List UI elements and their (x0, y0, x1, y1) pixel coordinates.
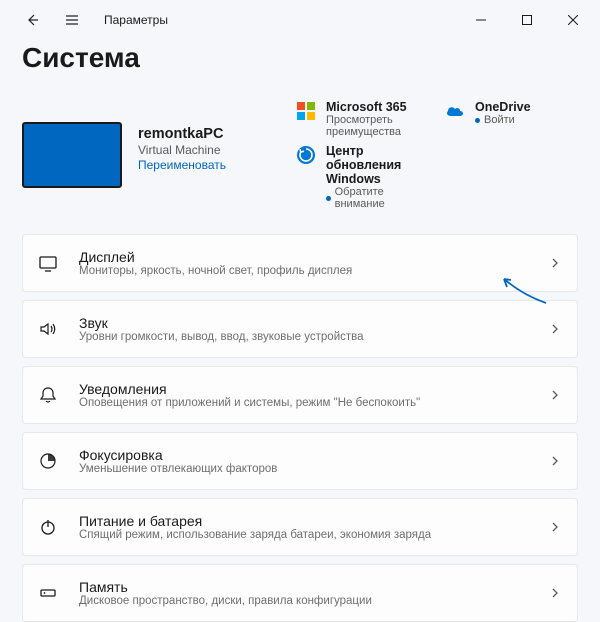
list-item-focus[interactable]: Фокусировка Уменьшение отвлекающих факто… (22, 432, 578, 490)
tile-status: Войти (475, 114, 531, 126)
tile-onedrive[interactable]: OneDrive Войти (445, 100, 578, 138)
hero-section: remontkaPC Virtual Machine Переименовать… (0, 84, 600, 228)
item-title: Память (79, 579, 529, 595)
minimize-icon (476, 15, 486, 25)
sound-icon (37, 318, 59, 340)
item-sub: Дисковое пространство, диски, правила ко… (79, 595, 529, 607)
pc-type: Virtual Machine (138, 143, 226, 157)
item-title: Фокусировка (79, 447, 529, 463)
close-icon (568, 15, 578, 25)
tile-title: Microsoft 365 (326, 100, 429, 114)
item-sub: Спящий режим, использование заряда батар… (79, 529, 529, 541)
item-title: Звук (79, 315, 529, 331)
rename-link[interactable]: Переименовать (138, 158, 226, 172)
pc-name: remontkaPC (138, 126, 226, 142)
pc-info-block: remontkaPC Virtual Machine Переименовать (22, 96, 282, 210)
maximize-button[interactable] (504, 4, 550, 36)
list-item-sound[interactable]: Звук Уровни громкости, вывод, ввод, звук… (22, 300, 578, 358)
tile-status: Обратите внимание (326, 186, 429, 210)
chevron-right-icon (549, 257, 561, 269)
arrow-left-icon (24, 12, 40, 28)
page-header: Система (0, 40, 600, 84)
item-title: Дисплей (79, 249, 529, 265)
list-item-storage[interactable]: Память Дисковое пространство, диски, пра… (22, 564, 578, 622)
chevron-right-icon (549, 323, 561, 335)
window-title: Параметры (104, 13, 168, 27)
windows-update-icon (296, 145, 316, 165)
close-button[interactable] (550, 4, 596, 36)
item-sub: Уровни громкости, вывод, ввод, звуковые … (79, 331, 529, 343)
chevron-right-icon (549, 455, 561, 467)
item-title: Уведомления (79, 381, 529, 397)
list-item-display[interactable]: Дисплей Мониторы, яркость, ночной свет, … (22, 234, 578, 292)
tile-ms365[interactable]: Microsoft 365 Просмотреть преимущества (296, 100, 429, 138)
item-title: Питание и батарея (79, 513, 529, 529)
item-sub: Оповещения от приложений и системы, режи… (79, 397, 529, 409)
hamburger-icon (64, 12, 80, 28)
minimize-button[interactable] (458, 4, 504, 36)
page-title: Система (22, 42, 578, 74)
tile-sub: Просмотреть преимущества (326, 114, 429, 138)
onedrive-icon (445, 101, 465, 121)
tile-title: Центр обновления Windows (326, 144, 429, 186)
pc-thumbnail[interactable] (22, 122, 122, 188)
tile-title: OneDrive (475, 100, 531, 114)
item-sub: Уменьшение отвлекающих факторов (79, 463, 529, 475)
window-controls (458, 4, 596, 36)
item-sub: Мониторы, яркость, ночной свет, профиль … (79, 265, 529, 277)
list-item-power[interactable]: Питание и батарея Спящий режим, использо… (22, 498, 578, 556)
menu-button[interactable] (56, 4, 88, 36)
chevron-right-icon (549, 521, 561, 533)
hero-tiles: Microsoft 365 Просмотреть преимущества O… (296, 96, 578, 210)
bell-icon (37, 384, 59, 406)
chevron-right-icon (549, 587, 561, 599)
tile-windows-update[interactable]: Центр обновления Windows Обратите вниман… (296, 144, 429, 210)
back-button[interactable] (16, 4, 48, 36)
ms365-icon (296, 101, 316, 121)
storage-icon (37, 582, 59, 604)
focus-icon (37, 450, 59, 472)
power-icon (37, 516, 59, 538)
maximize-icon (522, 15, 532, 25)
chevron-right-icon (549, 389, 561, 401)
settings-list: Дисплей Мониторы, яркость, ночной свет, … (0, 228, 600, 622)
list-item-notifications[interactable]: Уведомления Оповещения от приложений и с… (22, 366, 578, 424)
titlebar: Параметры (0, 0, 600, 40)
pc-info: remontkaPC Virtual Machine Переименовать (138, 96, 226, 172)
display-icon (37, 252, 59, 274)
titlebar-left: Параметры (4, 4, 168, 36)
